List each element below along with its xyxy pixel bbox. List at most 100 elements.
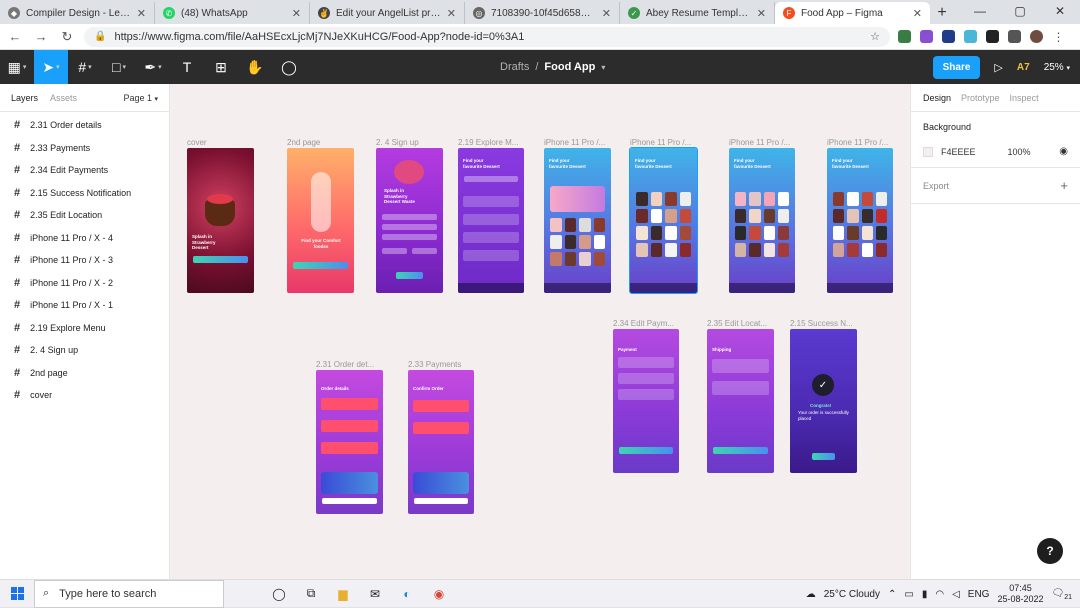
- language-indicator[interactable]: ENG: [968, 589, 990, 600]
- frame-label[interactable]: iPhone 11 Pro /...: [729, 138, 790, 147]
- close-icon[interactable]: ✕: [913, 7, 922, 20]
- browser-tab-6-active[interactable]: F Food App – Figma ✕: [775, 2, 930, 24]
- file-explorer-icon[interactable]: ▆: [334, 585, 352, 603]
- frame-label[interactable]: 2.15 Success N...: [790, 319, 853, 328]
- frame-explore-menu[interactable]: Find your favourite Dessert: [458, 148, 524, 293]
- pen-tool-icon[interactable]: ✒ ▾: [136, 50, 170, 84]
- file-name[interactable]: Food App: [544, 61, 595, 73]
- move-tool-icon[interactable]: ➤ ▾: [34, 50, 68, 84]
- network-icon[interactable]: ▭: [904, 589, 913, 600]
- maximize-button[interactable]: ▢: [1000, 0, 1040, 22]
- layer-item[interactable]: # iPhone 11 Pro / X - 4: [0, 227, 169, 250]
- layer-item[interactable]: #2.34 Edit Payments: [0, 159, 169, 182]
- close-icon[interactable]: ✕: [757, 7, 766, 20]
- close-icon[interactable]: ✕: [292, 7, 301, 20]
- share-button[interactable]: Share: [932, 55, 981, 79]
- chevron-up-icon[interactable]: ⌃: [888, 589, 896, 600]
- background-hex[interactable]: F4EEEE: [941, 147, 976, 157]
- frame-label[interactable]: 2nd page: [287, 138, 320, 147]
- extension-icon[interactable]: [964, 30, 977, 43]
- edge-icon[interactable]: ◐: [398, 585, 416, 603]
- extension-icon[interactable]: [898, 30, 911, 43]
- plus-icon[interactable]: +: [1060, 178, 1068, 193]
- minimize-button[interactable]: —: [960, 0, 1000, 22]
- browser-tab-3[interactable]: ✌ Edit your AngelList profile | A... ✕: [310, 2, 465, 24]
- browser-tab-2[interactable]: ✆ (48) WhatsApp ✕: [155, 2, 310, 24]
- layer-item[interactable]: # iPhone 11 Pro / X - 1: [0, 294, 169, 317]
- frame-label[interactable]: 2.31 Order det...: [316, 360, 374, 369]
- zoom-level[interactable]: 25% ▾: [1044, 62, 1070, 73]
- breadcrumb-drafts[interactable]: Drafts: [500, 61, 529, 73]
- frame-label[interactable]: iPhone 11 Pro /...: [827, 138, 888, 147]
- comment-tool-icon[interactable]: ◯: [272, 50, 306, 84]
- tab-assets[interactable]: Assets: [50, 93, 77, 103]
- frame-label[interactable]: iPhone 11 Pro /...: [630, 138, 691, 147]
- frame-label[interactable]: 2.33 Payments: [408, 360, 461, 369]
- layer-item[interactable]: #2.19 Explore Menu: [0, 317, 169, 340]
- windows-start-icon[interactable]: [0, 580, 34, 608]
- close-icon[interactable]: ✕: [447, 7, 456, 20]
- frame-success[interactable]: ✓ Congrats! Your order is successfully p…: [790, 329, 857, 473]
- eye-icon[interactable]: ◉: [1059, 146, 1068, 157]
- background-opacity[interactable]: 100%: [1008, 147, 1031, 157]
- frame-tool-icon[interactable]: # ▾: [68, 50, 102, 84]
- resources-icon[interactable]: ⊞: [204, 50, 238, 84]
- url-field[interactable]: 🔒 https://www.figma.com/file/AaHSEcxLjcM…: [84, 26, 890, 47]
- frame-label[interactable]: 2.34 Edit Paym...: [613, 319, 674, 328]
- text-tool-icon[interactable]: T: [170, 50, 204, 84]
- layer-item[interactable]: #2.35 Edit Location: [0, 204, 169, 227]
- frame-label[interactable]: cover: [187, 138, 207, 147]
- frame-label[interactable]: iPhone 11 Pro /...: [544, 138, 605, 147]
- bookmark-star-icon[interactable]: ☆: [870, 30, 880, 43]
- extension-icon[interactable]: [986, 30, 999, 43]
- layer-item[interactable]: #2.15 Success Notification: [0, 182, 169, 205]
- frame-iphone-3[interactable]: Find your favourite Dessert: [729, 148, 795, 293]
- page-selector[interactable]: Page 1 ▾: [123, 93, 158, 103]
- cortana-icon[interactable]: ◯: [270, 585, 288, 603]
- browser-tab-1[interactable]: ◆ Compiler Design - Lexical An... ✕: [0, 2, 155, 24]
- hand-tool-icon[interactable]: ✋: [238, 50, 272, 84]
- close-icon[interactable]: ✕: [137, 7, 146, 20]
- layer-item[interactable]: #2.31 Order details: [0, 114, 169, 137]
- volume-icon[interactable]: ◁: [952, 589, 960, 600]
- notification-icon[interactable]: 🗨21: [1052, 588, 1073, 601]
- frame-payments[interactable]: Confirm Order: [408, 370, 474, 514]
- frame-edit-location[interactable]: Shipping: [707, 329, 774, 473]
- battery-icon[interactable]: ▮: [922, 589, 928, 600]
- extension-icon[interactable]: [942, 30, 955, 43]
- profile-avatar[interactable]: [1030, 30, 1043, 43]
- layer-item[interactable]: # cover: [0, 384, 169, 407]
- chrome-icon[interactable]: ◉: [430, 585, 448, 603]
- frame-sign-up[interactable]: Splash in Strawberry Dessert Waste: [376, 148, 443, 293]
- close-icon[interactable]: ✕: [602, 7, 611, 20]
- frame-edit-payments[interactable]: Payment: [613, 329, 679, 473]
- close-window-button[interactable]: ✕: [1040, 0, 1080, 22]
- layer-item[interactable]: #2nd page: [0, 362, 169, 385]
- tab-design[interactable]: Design: [923, 93, 951, 103]
- forward-icon[interactable]: →: [32, 29, 50, 44]
- browser-tab-4[interactable]: ◎ 7108390-10f45d6581f4d76c... ✕: [465, 2, 620, 24]
- layer-item[interactable]: #2.33 Payments: [0, 137, 169, 160]
- frame-label[interactable]: 2.19 Explore M...: [458, 138, 518, 147]
- tab-prototype[interactable]: Prototype: [961, 93, 1000, 103]
- browser-menu-icon[interactable]: ⋮: [1052, 30, 1065, 44]
- design-canvas[interactable]: cover 2nd page 2. 4 Sign up 2.19 Explore…: [170, 84, 910, 579]
- frame-iphone-1[interactable]: Find your favourite Dessert: [544, 148, 611, 293]
- help-button[interactable]: ?: [1037, 538, 1063, 564]
- shape-tool-icon[interactable]: □ ▾: [102, 50, 136, 84]
- frame-order-details[interactable]: Order details: [316, 370, 383, 514]
- reload-icon[interactable]: ↻: [58, 29, 76, 45]
- wifi-icon[interactable]: ◠: [935, 589, 944, 600]
- frame-label[interactable]: 2.35 Edit Locat...: [707, 319, 767, 328]
- layer-item[interactable]: # iPhone 11 Pro / X - 3: [0, 249, 169, 272]
- user-avatar[interactable]: A7: [1017, 62, 1030, 73]
- browser-tab-5[interactable]: ✓ Abey Resume Template - Onl... ✕: [620, 2, 775, 24]
- chevron-down-icon[interactable]: ▾: [601, 63, 605, 72]
- new-tab-button[interactable]: +: [930, 2, 954, 24]
- tab-layers[interactable]: Layers: [11, 93, 38, 103]
- frame-cover[interactable]: Splash in Strawberry Dessert: [187, 148, 254, 293]
- task-view-icon[interactable]: ⧉: [302, 585, 320, 603]
- layer-item[interactable]: # iPhone 11 Pro / X - 2: [0, 272, 169, 295]
- extension-icon[interactable]: [920, 30, 933, 43]
- weather-text[interactable]: 25°C Cloudy: [824, 589, 880, 600]
